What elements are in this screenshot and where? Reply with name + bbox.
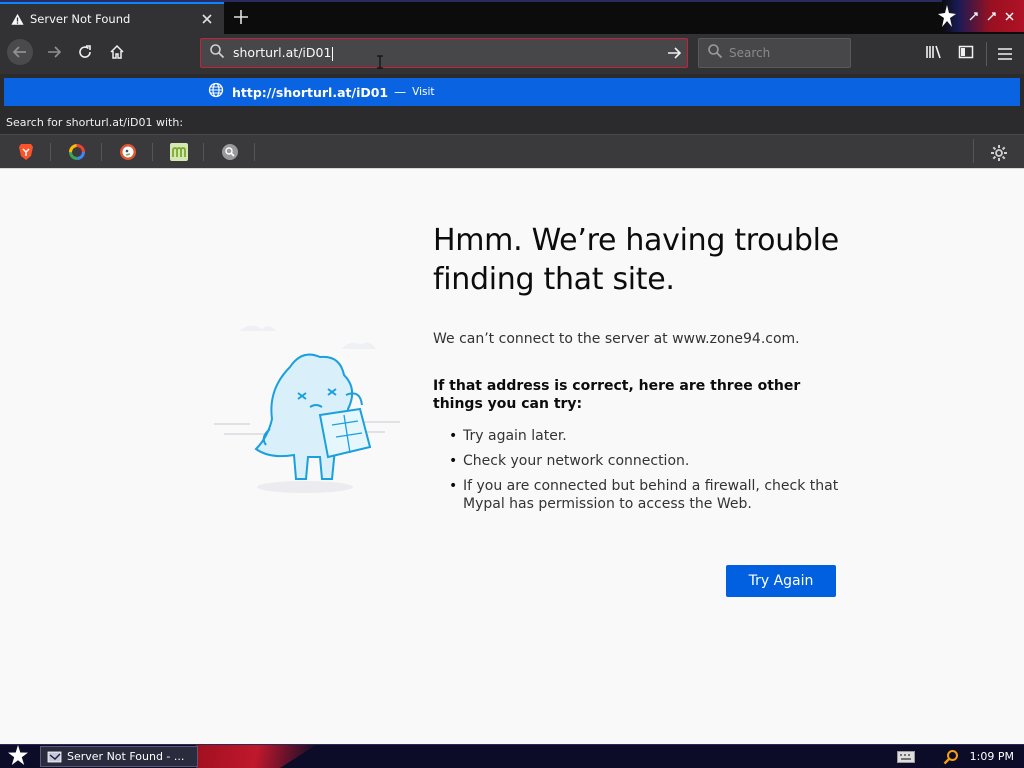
- clock: 1:09 PM: [969, 750, 1014, 763]
- tip-item: If you are connected but behind a firewa…: [433, 477, 853, 513]
- sidebar-icon: [958, 44, 974, 64]
- error-page: Hmm. We’re having trouble finding that s…: [0, 168, 1024, 744]
- back-arrow-icon: [6, 38, 34, 70]
- ibeam-cursor-icon: [376, 54, 384, 73]
- engine-separator: [101, 143, 102, 161]
- keyboard-icon[interactable]: [896, 749, 916, 765]
- suggestion-action: Visit: [412, 86, 435, 98]
- navigation-toolbar: shorturl.at/iD01: [0, 34, 1024, 74]
- tab-title: Server Not Found: [30, 12, 131, 26]
- url-bar[interactable]: shorturl.at/iD01: [200, 38, 688, 68]
- engine-separator: [50, 143, 51, 161]
- tab-active[interactable]: Server Not Found: [0, 2, 224, 34]
- brave-icon[interactable]: [16, 142, 36, 162]
- close-tab-icon[interactable]: [196, 8, 218, 30]
- minimize-icon[interactable]: [964, 7, 982, 25]
- search-input[interactable]: [729, 46, 839, 60]
- search-engines-row: [0, 134, 1024, 168]
- home-button[interactable]: [103, 40, 131, 68]
- go-arrow-icon[interactable]: [661, 40, 687, 66]
- engine-separator: [254, 143, 255, 161]
- home-icon: [109, 44, 125, 64]
- suggestion-url: http://shorturl.at/iD01: [232, 84, 389, 100]
- error-description: We can’t connect to the server at www.zo…: [433, 331, 800, 347]
- text-cursor: [332, 46, 334, 61]
- system-tray: 1:09 PM: [896, 745, 1024, 768]
- suggestion-row[interactable]: http://shorturl.at/iD01 — Visit: [4, 78, 1020, 106]
- maximize-icon[interactable]: [982, 7, 1000, 25]
- reload-button[interactable]: [71, 40, 99, 68]
- toolbar-separator: [986, 42, 987, 66]
- tab-strip: Server Not Found: [0, 0, 1024, 34]
- tips-list: Try again later. Check your network conn…: [433, 427, 853, 513]
- star-icon: [8, 744, 28, 768]
- close-window-icon[interactable]: [1000, 7, 1018, 25]
- engine-separator: [973, 139, 974, 163]
- globe-icon: [208, 82, 224, 102]
- try-again-button[interactable]: Try Again: [726, 565, 836, 597]
- url-value: shorturl.at/iD01: [233, 45, 332, 61]
- forward-arrow-icon: [46, 44, 62, 64]
- window-controls: [934, 0, 1024, 32]
- tip-item: Check your network connection.: [433, 452, 853, 470]
- error-title: Hmm. We’re having trouble finding that s…: [433, 223, 839, 297]
- google-icon[interactable]: [67, 142, 87, 162]
- mojeek-icon[interactable]: [169, 142, 189, 162]
- menu-button[interactable]: [991, 40, 1019, 68]
- tips-title: If that address is correct, here are thr…: [433, 378, 801, 412]
- start-button[interactable]: [4, 744, 32, 768]
- magnifier-icon[interactable]: [942, 748, 960, 766]
- library-button[interactable]: [920, 40, 948, 68]
- taskbar-window-label: Server Not Found - ...: [67, 750, 185, 763]
- search-icon: [209, 43, 225, 63]
- library-icon: [925, 44, 943, 64]
- search-icon: [707, 43, 723, 63]
- sidebar-button[interactable]: [952, 40, 980, 68]
- gear-icon[interactable]: [988, 142, 1010, 164]
- tip-item: Try again later.: [433, 427, 853, 445]
- new-tab-button[interactable]: [228, 4, 254, 30]
- engine-separator: [152, 143, 153, 161]
- search-with-label: Search for shorturl.at/iD01 with:: [6, 116, 184, 129]
- forward-button[interactable]: [40, 40, 68, 68]
- hamburger-menu-icon: [998, 45, 1012, 64]
- warning-icon: [10, 12, 24, 26]
- browser-icon: [47, 750, 63, 764]
- url-input[interactable]: shorturl.at/iD01: [233, 45, 661, 61]
- suggestion-separator: —: [394, 85, 407, 99]
- reload-icon: [77, 44, 93, 64]
- taskbar-accent-decoration: [196, 745, 316, 768]
- engine-separator: [203, 143, 204, 161]
- duckduckgo-icon[interactable]: [118, 142, 138, 162]
- url-suggestions-popup: http://shorturl.at/iD01 — Visit Search f…: [0, 74, 1024, 168]
- back-button[interactable]: [6, 38, 34, 70]
- magnifier-icon[interactable]: [220, 142, 240, 162]
- lost-dinosaur-illustration: [210, 319, 410, 499]
- taskbar: Server Not Found - ... 1:09 PM: [0, 744, 1024, 768]
- search-bar[interactable]: [698, 38, 851, 68]
- taskbar-window-button[interactable]: Server Not Found - ...: [40, 746, 198, 767]
- error-content: Hmm. We’re having trouble finding that s…: [433, 221, 853, 520]
